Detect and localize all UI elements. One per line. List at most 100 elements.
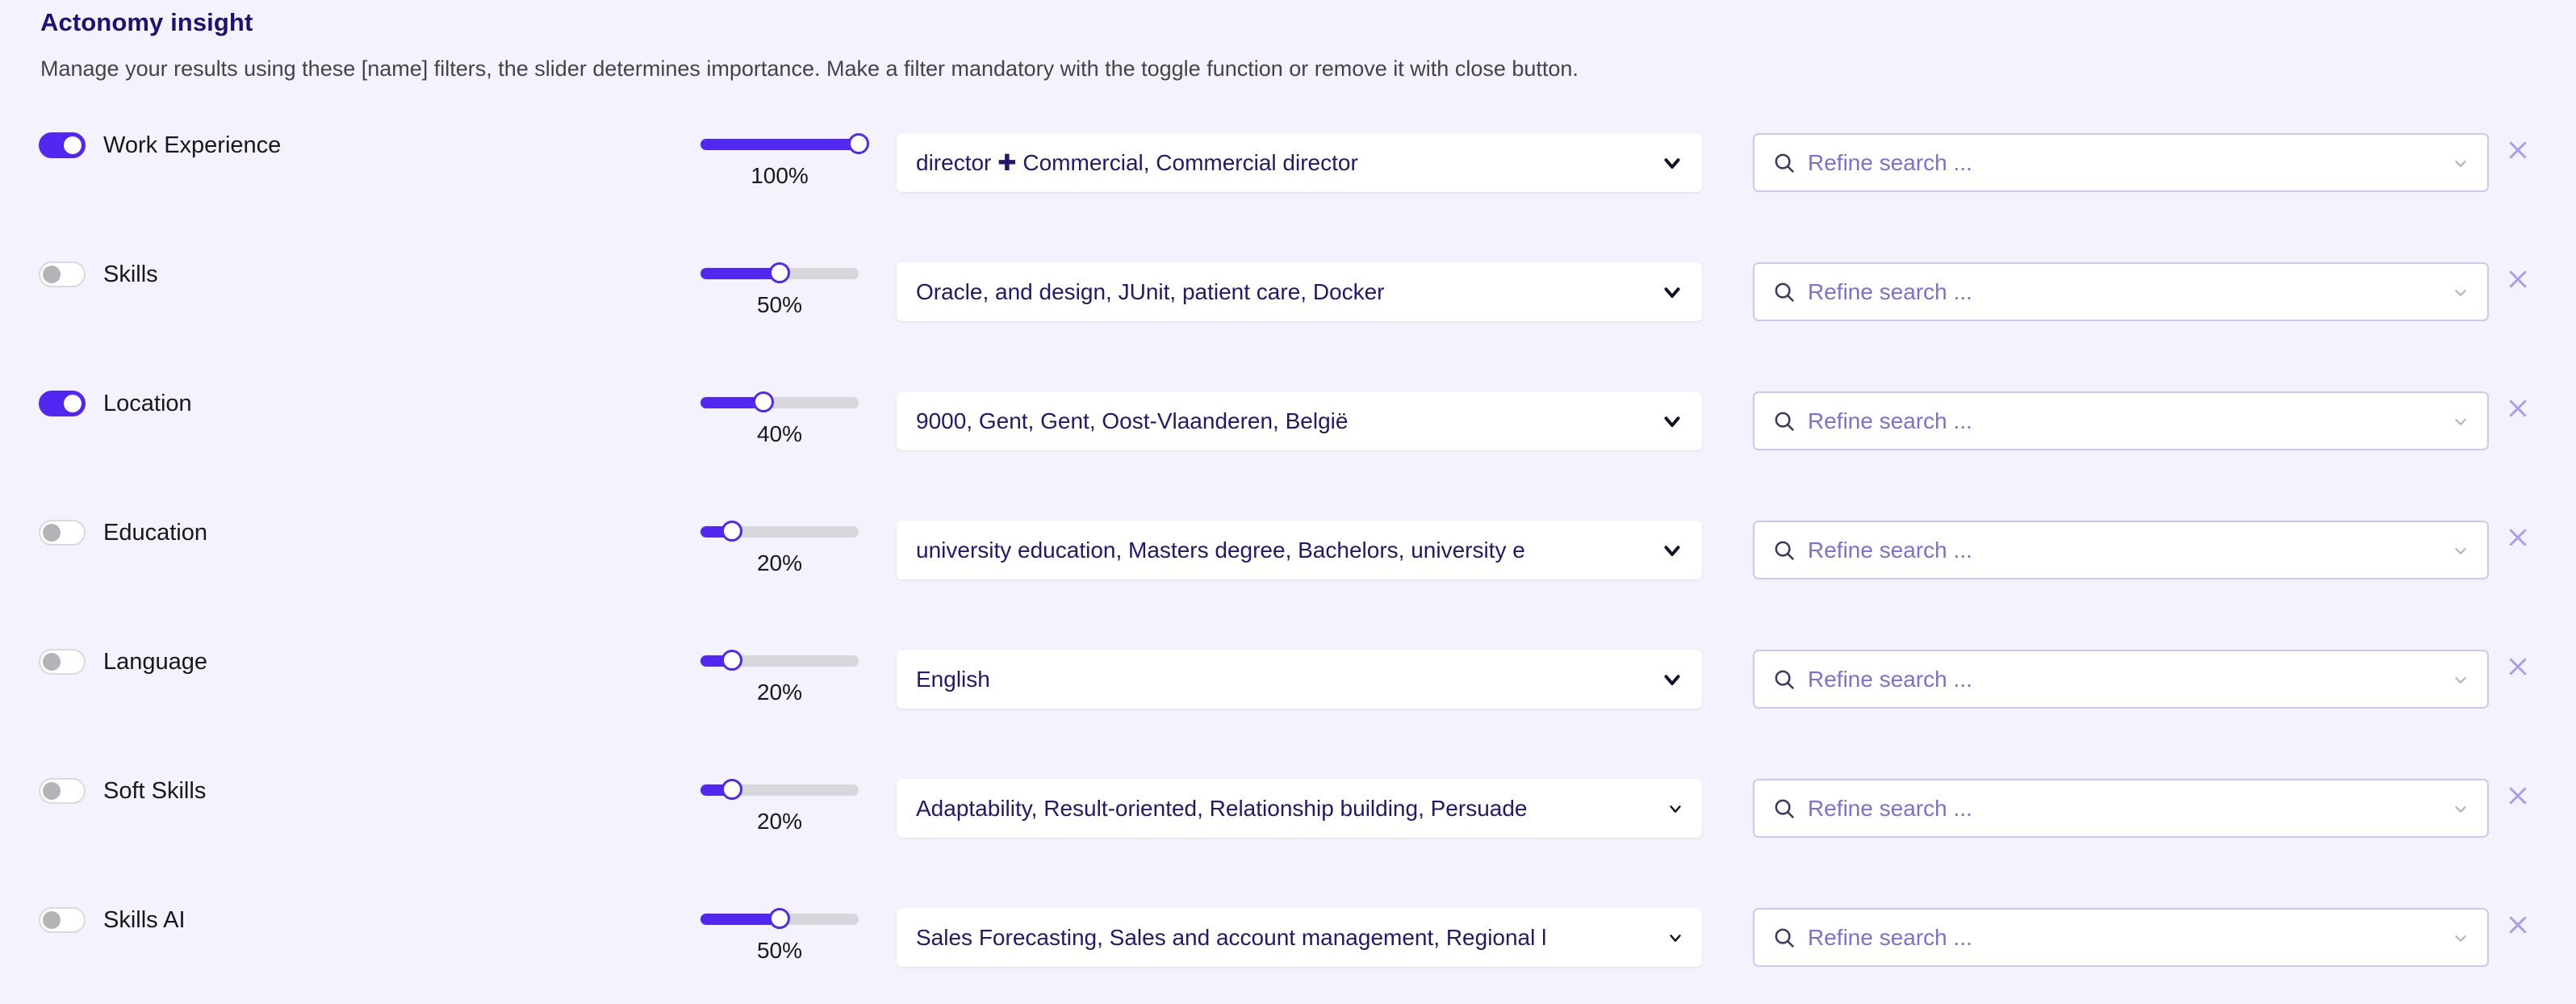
remove-filter-button-5[interactable] [2504, 782, 2532, 809]
chevron-down-icon[interactable] [2452, 910, 2469, 965]
filter-row: Soft Skills 20% Adaptability, Result-orien… [0, 767, 2576, 896]
chevron-down-icon [1660, 262, 1684, 321]
filter-toggle-2[interactable] [39, 391, 86, 416]
slider-value: 50% [756, 292, 803, 317]
remove-filter-button-1[interactable] [2504, 266, 2532, 293]
filter-toggle-4[interactable] [39, 649, 86, 675]
slider-thumb[interactable] [721, 779, 743, 800]
importance-slider-4[interactable] [700, 650, 859, 671]
filter-row: Skills 50% Oracle, and design, JUnit, pati… [0, 250, 2576, 379]
toggle-knob [43, 524, 61, 542]
importance-slider-1[interactable] [700, 262, 859, 283]
filter-rows: Work Experience 100% director ✚ Commercial… [0, 121, 2576, 1004]
chevron-down-icon [1666, 779, 1684, 838]
select-value: Adaptability, Result-oriented, Relations… [916, 796, 1528, 821]
filter-value-select-2[interactable]: 9000, Gent, Gent, Oost-Vlaanderen, Belgi… [897, 391, 1702, 450]
slider-thumb[interactable] [721, 521, 743, 542]
slider-fill [700, 914, 780, 925]
refine-search-input-3[interactable]: Refine search ... [1753, 521, 2489, 579]
importance-slider-5[interactable] [700, 779, 859, 800]
search-icon [1772, 651, 1796, 707]
slider-value: 20% [756, 809, 803, 834]
refine-search-input-5[interactable]: Refine search ... [1753, 779, 2489, 838]
filter-toggle-1[interactable] [39, 261, 86, 287]
importance-slider-6[interactable] [700, 908, 859, 929]
refine-search-input-0[interactable]: Refine search ... [1753, 133, 2489, 192]
filter-value-select-0[interactable]: director ✚ Commercial, Commercial direct… [897, 133, 1702, 192]
filter-toggle-3[interactable] [39, 520, 86, 546]
select-value: director ✚ Commercial, Commercial direct… [916, 150, 1358, 175]
filter-value-select-4[interactable]: English [897, 650, 1702, 709]
chevron-down-icon [1666, 908, 1684, 967]
refine-placeholder: Refine search ... [1808, 667, 1972, 692]
search-icon [1772, 264, 1796, 320]
filter-label: Location [103, 391, 192, 416]
slider-value: 20% [756, 550, 803, 575]
filter-value-select-6[interactable]: Sales Forecasting, Sales and account man… [897, 908, 1702, 967]
slider-thumb[interactable] [721, 650, 743, 671]
filter-row: Location 40% 9000, Gent, Gent, Oost-Vlaand… [0, 379, 2576, 508]
slider-value: 100% [751, 163, 809, 188]
filter-toggle-0[interactable] [39, 132, 86, 158]
importance-slider-3[interactable] [700, 521, 859, 542]
remove-filter-button-0[interactable] [2504, 136, 2532, 164]
slider-value: 20% [756, 680, 803, 705]
select-value: English [916, 667, 990, 692]
chevron-down-icon[interactable] [2452, 264, 2469, 320]
slider-thumb[interactable] [769, 908, 790, 929]
filter-label: Soft Skills [103, 778, 207, 804]
chevron-down-icon[interactable] [2452, 522, 2469, 578]
filter-row: Work Experience 100% director ✚ Commercial… [0, 121, 2576, 250]
refine-search-input-6[interactable]: Refine search ... [1753, 908, 2489, 967]
filter-label: Work Experience [103, 132, 282, 158]
refine-placeholder: Refine search ... [1808, 150, 1972, 175]
toggle-knob [43, 782, 61, 800]
chevron-down-icon[interactable] [2452, 780, 2469, 836]
slider-thumb[interactable] [769, 262, 790, 283]
toggle-knob [43, 653, 61, 671]
refine-placeholder: Refine search ... [1808, 796, 1972, 821]
search-icon [1772, 393, 1796, 449]
filter-value-select-5[interactable]: Adaptability, Result-oriented, Relations… [897, 779, 1702, 838]
filter-value-select-3[interactable]: university education, Masters degree, Ba… [897, 521, 1702, 579]
remove-filter-button-4[interactable] [2504, 653, 2532, 680]
filter-toggle-6[interactable] [39, 907, 86, 933]
refine-placeholder: Refine search ... [1808, 538, 1972, 563]
importance-slider-0[interactable] [700, 133, 869, 154]
chevron-down-icon [1660, 650, 1684, 709]
filter-row: Language 20% English Refine search ... [0, 638, 2576, 767]
chevron-down-icon[interactable] [2452, 651, 2469, 707]
refine-search-input-1[interactable]: Refine search ... [1753, 262, 2489, 321]
slider-value: 40% [756, 421, 803, 446]
remove-filter-button-2[interactable] [2504, 395, 2532, 422]
remove-filter-button-3[interactable] [2504, 524, 2532, 551]
actonomy-insight-panel: Actonomy insight Manage your results usi… [0, 0, 2576, 1004]
slider-thumb[interactable] [848, 133, 869, 154]
slider-fill [700, 268, 780, 279]
chevron-down-icon [1660, 521, 1684, 579]
filter-label: Skills [103, 261, 158, 287]
chevron-down-icon[interactable] [2452, 135, 2469, 190]
toggle-knob [43, 911, 61, 929]
filter-value-select-1[interactable]: Oracle, and design, JUnit, patient care,… [897, 262, 1702, 321]
filter-toggle-5[interactable] [39, 778, 86, 804]
search-icon [1772, 522, 1796, 578]
slider-thumb[interactable] [753, 391, 775, 412]
chevron-down-icon [1660, 133, 1684, 192]
chevron-down-icon [1660, 391, 1684, 450]
refine-search-input-2[interactable]: Refine search ... [1753, 391, 2489, 450]
search-icon [1772, 780, 1796, 836]
toggle-knob [64, 395, 82, 412]
refine-search-input-4[interactable]: Refine search ... [1753, 650, 2489, 709]
remove-filter-button-6[interactable] [2504, 911, 2532, 939]
select-value: university education, Masters degree, Ba… [916, 538, 1525, 563]
page-title: Actonomy insight [40, 8, 253, 36]
page-subtitle: Manage your results using these [name] f… [40, 56, 1579, 81]
search-icon [1772, 135, 1796, 190]
select-value: Oracle, and design, JUnit, patient care,… [916, 279, 1385, 304]
filter-row: Education 20% university education, Master… [0, 508, 2576, 638]
chevron-down-icon[interactable] [2452, 393, 2469, 449]
importance-slider-2[interactable] [700, 391, 859, 412]
select-value: 9000, Gent, Gent, Oost-Vlaanderen, Belgi… [916, 408, 1349, 433]
refine-placeholder: Refine search ... [1808, 408, 1972, 433]
